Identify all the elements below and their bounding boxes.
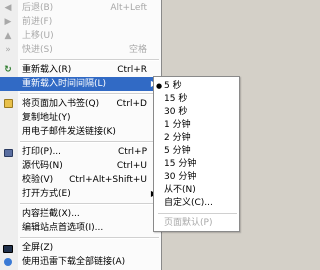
menu-item-reload[interactable]: ↻ 重新载入(R) Ctrl+R: [0, 63, 161, 77]
menu-item-reload-interval[interactable]: 重新载入时间间隔(L) ▶: [0, 77, 161, 91]
submenu-item-5m[interactable]: 5 分钟: [154, 145, 239, 158]
submenu-separator: [158, 213, 237, 215]
context-menu: ◀ 后退(B) Alt+Left ▶ 前进(F) ▲ 上移(U) » 快进(S)…: [0, 0, 162, 270]
submenu-item-30s[interactable]: 30 秒: [154, 106, 239, 119]
radio-dot-icon: ●: [156, 82, 163, 90]
menu-item-fast-forward[interactable]: » 快进(S) 空格: [0, 43, 161, 57]
menu-item-bookmark[interactable]: 将页面加入书签(Q) Ctrl+D: [0, 97, 161, 111]
submenu-item-5s[interactable]: ● 5 秒: [154, 80, 239, 93]
menu-item-print[interactable]: 打印(P)... Ctrl+P: [0, 145, 161, 159]
reload-icon: ↻: [4, 65, 12, 75]
menu-item-thunder-download[interactable]: 使用迅雷下载全部链接(A): [0, 255, 161, 269]
submenu-item-custom[interactable]: 自定义(C)...: [154, 197, 239, 210]
menu-item-source[interactable]: 源代码(N) Ctrl+U: [0, 159, 161, 173]
fast-forward-icon: »: [5, 45, 11, 55]
menu-item-fullscreen[interactable]: 全屏(Z): [0, 241, 161, 255]
forward-arrow-icon: ▶: [4, 17, 12, 27]
reload-interval-submenu: ● 5 秒 15 秒 30 秒 1 分钟 2 分钟 5 分钟 15 分钟 30 …: [153, 76, 240, 232]
submenu-item-never[interactable]: 从不(N): [154, 184, 239, 197]
menu-item-up[interactable]: ▲ 上移(U): [0, 29, 161, 43]
menu-separator: [20, 203, 159, 205]
fullscreen-icon: [3, 243, 13, 253]
back-arrow-icon: ◀: [4, 3, 12, 13]
submenu-item-2m[interactable]: 2 分钟: [154, 132, 239, 145]
menu-item-email-link[interactable]: 用电子邮件发送链接(K): [0, 125, 161, 139]
submenu-item-15s[interactable]: 15 秒: [154, 93, 239, 106]
menu-separator: [20, 93, 159, 95]
submenu-item-1m[interactable]: 1 分钟: [154, 119, 239, 132]
menu-item-open-with[interactable]: 打开方式(E) ▶: [0, 187, 161, 201]
menu-separator: [20, 141, 159, 143]
up-arrow-icon: ▲: [4, 31, 12, 41]
menu-separator: [20, 237, 159, 239]
menu-separator: [20, 59, 159, 61]
menu-item-content-blocking[interactable]: 内容拦截(X)...: [0, 207, 161, 221]
menu-item-copy-address[interactable]: 复制地址(Y): [0, 111, 161, 125]
submenu-item-15m[interactable]: 15 分钟: [154, 158, 239, 171]
submenu-item-page-default[interactable]: 页面默认(P): [154, 217, 239, 230]
menu-item-site-preferences[interactable]: 编辑站点首选项(I)...: [0, 221, 161, 235]
menu-item-back[interactable]: ◀ 后退(B) Alt+Left: [0, 1, 161, 15]
menu-item-validate[interactable]: 校验(V) Ctrl+Alt+Shift+U: [0, 173, 161, 187]
bookmark-icon: [3, 99, 13, 109]
print-icon: [3, 147, 13, 157]
menu-item-forward[interactable]: ▶ 前进(F): [0, 15, 161, 29]
download-icon: [3, 257, 13, 267]
submenu-item-30m[interactable]: 30 分钟: [154, 171, 239, 184]
